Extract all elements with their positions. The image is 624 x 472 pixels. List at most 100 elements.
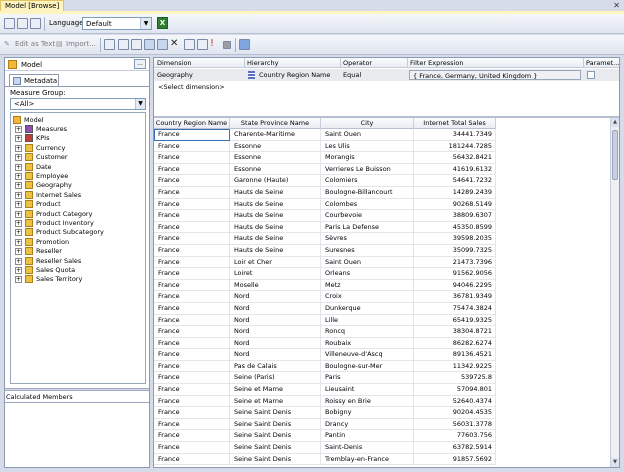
- table-row[interactable]: France Seine et Marne Lieusaint 57094.801: [154, 384, 496, 396]
- table-row[interactable]: France Pas de Calais Boulogne-sur-Mer 11342…: [154, 360, 496, 373]
- cell-state[interactable]: Essonne: [230, 152, 321, 164]
- expand-icon[interactable]: +: [15, 248, 22, 256]
- cell-city[interactable]: Saint-Denis: [321, 442, 414, 454]
- cell-city[interactable]: Lieusaint: [321, 384, 414, 396]
- cell-city[interactable]: Tremblay-en-France: [321, 453, 414, 466]
- show-empty-cells-icon[interactable]: [144, 39, 155, 50]
- tree-item[interactable]: + Product Subcategory: [15, 228, 143, 237]
- cell-city[interactable]: Paris La Defense: [321, 221, 414, 234]
- cell-country[interactable]: France: [154, 279, 230, 292]
- table-row[interactable]: France Nord Villeneuve-d'Ascq 89136.4521: [154, 349, 496, 361]
- cell-state[interactable]: Seine et Marne: [230, 395, 321, 408]
- filter-dimension-cell[interactable]: Geography: [157, 71, 193, 79]
- cell-internet-total-sales[interactable]: 181244.7285: [414, 140, 496, 153]
- cell-state[interactable]: Nord: [230, 337, 321, 350]
- scroll-up-icon[interactable]: ▲: [611, 118, 619, 127]
- results-vertical-scrollbar[interactable]: ▲ ▼: [610, 118, 619, 467]
- cell-country[interactable]: France: [154, 210, 230, 222]
- table-row[interactable]: France Seine Saint Denis Bobigny 90204.4535: [154, 407, 496, 419]
- table-row[interactable]: France Nord Croix 36781.9349: [154, 291, 496, 303]
- cell-state[interactable]: Hauts de Seine: [230, 186, 321, 199]
- cell-internet-total-sales[interactable]: 21473.7396: [414, 256, 496, 269]
- pane-splitter[interactable]: [5, 388, 149, 391]
- cell-state[interactable]: Nord: [230, 291, 321, 303]
- cell-internet-total-sales[interactable]: 34441.7349: [414, 129, 496, 141]
- cell-country[interactable]: France: [154, 129, 230, 141]
- expand-icon[interactable]: +: [15, 210, 22, 218]
- cell-city[interactable]: Suresnes: [321, 244, 414, 257]
- cell-state[interactable]: Hauts de Seine: [230, 198, 321, 211]
- tree-item[interactable]: + Geography: [15, 181, 143, 190]
- cell-city[interactable]: Les Ulis: [321, 140, 414, 153]
- tree-item[interactable]: + Employee: [15, 172, 143, 181]
- cell-internet-total-sales[interactable]: 11342.9225: [414, 360, 496, 373]
- expand-icon[interactable]: +: [15, 238, 22, 246]
- cell-state[interactable]: Seine Saint Denis: [230, 418, 321, 431]
- paste-icon[interactable]: [30, 18, 41, 29]
- cell-internet-total-sales[interactable]: 38304.8721: [414, 326, 496, 338]
- filter-expression-field[interactable]: { France, Germany, United Kingdom }: [409, 70, 581, 80]
- table-row[interactable]: France Seine et Marne Roissy en Brie 52640.…: [154, 395, 496, 408]
- cell-state[interactable]: Nord: [230, 349, 321, 361]
- cell-country[interactable]: France: [154, 221, 230, 234]
- copy-icon[interactable]: [17, 18, 28, 29]
- cell-state[interactable]: Charente-Maritime: [230, 129, 321, 141]
- cell-internet-total-sales[interactable]: 89136.4521: [414, 349, 496, 361]
- cell-country[interactable]: France: [154, 291, 230, 303]
- expand-icon[interactable]: +: [15, 257, 22, 265]
- table-row[interactable]: France Seine Saint Denis Drancy 56031.3778: [154, 418, 496, 431]
- delete-icon[interactable]: ✕: [170, 39, 181, 50]
- language-dropdown[interactable]: Default ▼: [82, 17, 152, 30]
- cell-internet-total-sales[interactable]: 90268.5149: [414, 198, 496, 211]
- tree-item[interactable]: + Sales Territory: [15, 275, 143, 284]
- cell-city[interactable]: Boulogne-sur-Mer: [321, 360, 414, 373]
- cell-city[interactable]: Morangis: [321, 152, 414, 164]
- cell-internet-total-sales[interactable]: 35099.7325: [414, 244, 496, 257]
- tree-item[interactable]: + Sales Quota: [15, 266, 143, 275]
- column-header-country[interactable]: Country Region Name: [154, 118, 230, 129]
- column-header-city[interactable]: City: [321, 118, 414, 129]
- table-row[interactable]: France Hauts de Seine Suresnes 35099.7325: [154, 244, 496, 257]
- cell-city[interactable]: Courbevoie: [321, 210, 414, 222]
- cell-city[interactable]: Lille: [321, 314, 414, 327]
- cut-icon[interactable]: [184, 39, 195, 50]
- tree-item[interactable]: + KPIs: [15, 134, 143, 143]
- import-button[interactable]: Import...: [66, 40, 96, 48]
- cell-city[interactable]: Saint Ouen: [321, 129, 414, 141]
- cell-state[interactable]: Hauts de Seine: [230, 244, 321, 257]
- expand-icon[interactable]: +: [15, 135, 22, 143]
- table-row[interactable]: France Nord Lille 65419.9325: [154, 314, 496, 327]
- cell-city[interactable]: Villeneuve-d'Ascq: [321, 349, 414, 361]
- auto-execute-icon[interactable]: [197, 39, 208, 50]
- cell-city[interactable]: Sèvres: [321, 233, 414, 245]
- cell-state[interactable]: Loir et Cher: [230, 256, 321, 269]
- table-row[interactable]: France Moselle Metz 94046.2295: [154, 279, 496, 292]
- tree-item[interactable]: + Reseller Sales: [15, 256, 143, 266]
- cell-internet-total-sales[interactable]: 94046.2295: [414, 279, 496, 292]
- expand-icon[interactable]: +: [15, 144, 22, 152]
- expand-icon[interactable]: +: [15, 126, 22, 133]
- results-grid[interactable]: Country Region Name State Province Name …: [154, 118, 610, 467]
- column-header-state[interactable]: State Province Name: [230, 118, 321, 129]
- cell-city[interactable]: Croix: [321, 291, 414, 303]
- cell-city[interactable]: Verrieres Le Buisson: [321, 163, 414, 176]
- cell-state[interactable]: Hauts de Seine: [230, 233, 321, 245]
- cell-country[interactable]: France: [154, 349, 230, 361]
- cell-city[interactable]: Colombes: [321, 198, 414, 211]
- add-calculated-member-icon[interactable]: [118, 39, 129, 50]
- filter-operator-cell[interactable]: Equal: [343, 71, 361, 79]
- refresh-icon[interactable]: [104, 39, 115, 50]
- cell-state[interactable]: Hauts de Seine: [230, 210, 321, 222]
- query-parameters-icon[interactable]: [239, 39, 250, 50]
- execute-icon[interactable]: !: [210, 39, 221, 50]
- cell-internet-total-sales[interactable]: 539725.8: [414, 372, 496, 385]
- cell-country[interactable]: France: [154, 314, 230, 327]
- cell-country[interactable]: France: [154, 244, 230, 257]
- table-row[interactable]: France Nord Dunkerque 75474.3824: [154, 302, 496, 315]
- table-row[interactable]: France Essonne Verrieres Le Buisson 41619.6…: [154, 163, 496, 176]
- expand-icon[interactable]: +: [15, 276, 22, 284]
- cell-state[interactable]: Nord: [230, 326, 321, 338]
- table-row[interactable]: France Hauts de Seine Sèvres 39598.2035: [154, 233, 496, 245]
- cancel-query-icon[interactable]: [223, 41, 231, 49]
- expand-icon[interactable]: +: [15, 163, 22, 171]
